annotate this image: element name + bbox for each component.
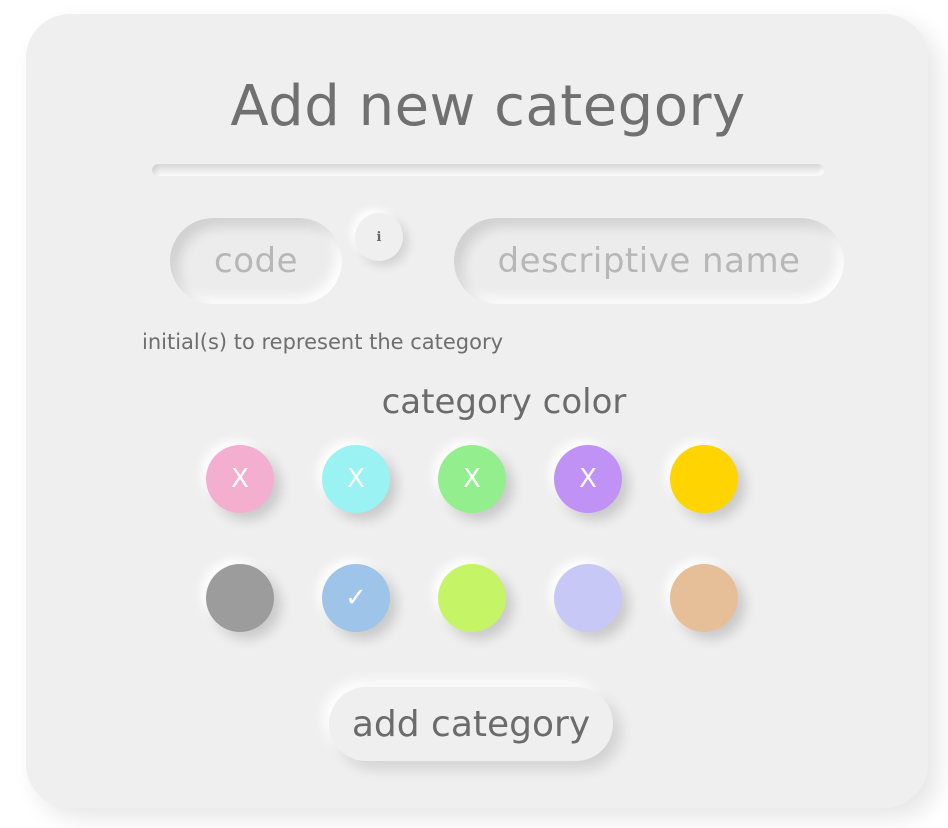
code-input[interactable]: code <box>170 218 342 304</box>
add-category-label: add category <box>351 703 591 745</box>
color-swatch-pink[interactable]: X <box>206 445 274 513</box>
add-category-card: Add new category code i descriptive name… <box>26 14 928 808</box>
color-swatch-gray[interactable] <box>206 564 274 632</box>
name-placeholder: descriptive name <box>497 241 801 281</box>
color-swatch-lavender[interactable] <box>554 564 622 632</box>
swatch-mark: X <box>463 464 481 494</box>
descriptive-name-input[interactable]: descriptive name <box>454 218 844 304</box>
color-swatch-yellow[interactable] <box>670 445 738 513</box>
title-divider <box>152 164 824 176</box>
color-swatch-cyan[interactable]: X <box>322 445 390 513</box>
color-swatch-tan[interactable] <box>670 564 738 632</box>
color-swatch-lime[interactable] <box>438 564 506 632</box>
info-button[interactable]: i <box>355 213 403 261</box>
color-swatch-green[interactable]: X <box>438 445 506 513</box>
code-placeholder: code <box>214 241 298 281</box>
color-swatch-purple[interactable]: X <box>554 445 622 513</box>
color-swatch-blue[interactable]: ✓ <box>322 564 390 632</box>
swatch-mark: X <box>347 464 365 494</box>
page-title: Add new category <box>230 74 746 139</box>
code-hint: initial(s) to represent the category <box>142 330 504 354</box>
swatch-mark: X <box>231 464 249 494</box>
info-icon: i <box>376 229 382 245</box>
add-category-button[interactable]: add category <box>329 687 613 761</box>
checkmark-icon: ✓ <box>345 583 367 613</box>
color-section-title: category color <box>381 382 627 422</box>
swatch-mark: X <box>579 464 597 494</box>
